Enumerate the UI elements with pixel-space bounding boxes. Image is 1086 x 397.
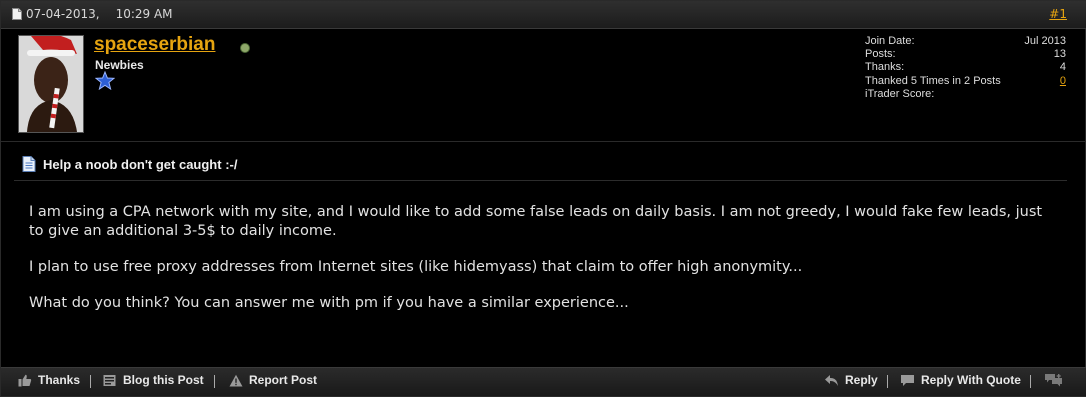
thanks-label: Thanks	[38, 373, 81, 387]
title-divider	[14, 180, 1067, 181]
blog-post-button[interactable]: Blog this Post	[103, 373, 204, 387]
forum-post: 07-04-2013, 10:29 AM #1 spaceserbian New…	[0, 0, 1086, 397]
user-stats: Join Date: Jul 2013 Posts: 13 Thanks: 4 …	[865, 35, 1066, 101]
avatar[interactable]	[18, 35, 84, 133]
post-footer: Thanks Blog this Post Report Post Reply …	[1, 367, 1086, 396]
stat-join-date: Join Date: Jul 2013	[865, 35, 1066, 48]
stat-label: Posts:	[865, 48, 896, 61]
post-header: 07-04-2013, 10:29 AM #1	[1, 1, 1086, 29]
reply-with-quote-label: Reply With Quote	[921, 373, 1021, 387]
post-title: Help a noob don't get caught :-/	[22, 156, 237, 172]
post-paragraph: What do you think? You can answer me wit…	[29, 295, 629, 311]
reply-with-quote-button[interactable]: Reply With Quote	[900, 373, 1021, 387]
stat-value: 13	[1053, 48, 1066, 61]
stat-label: Join Date:	[865, 35, 915, 47]
multi-quote-button[interactable]	[1044, 373, 1064, 387]
post-paragraph: I am using a CPA network with my site, a…	[29, 204, 1043, 239]
warning-icon	[229, 374, 243, 386]
reply-button[interactable]: Reply	[824, 373, 878, 387]
report-post-button[interactable]: Report Post	[229, 373, 317, 387]
blog-icon	[103, 374, 116, 386]
stat-value: 4	[1059, 61, 1066, 74]
document-icon	[12, 8, 22, 20]
footer-divider	[887, 375, 888, 388]
post-date: 07-04-2013, 10:29 AM	[12, 7, 173, 21]
post-date-text: 07-04-2013,	[26, 7, 100, 21]
report-post-label: Report Post	[249, 373, 318, 387]
stat-thanked: Thanked 5 Times in 2 Posts 0	[865, 75, 1066, 88]
blog-post-label: Blog this Post	[123, 373, 204, 387]
reply-icon	[825, 374, 838, 386]
thanks-button[interactable]: Thanks	[18, 373, 80, 387]
post-time-text: 10:29 AM	[115, 7, 173, 21]
user-title: Newbies	[95, 58, 144, 72]
user-info: spaceserbian Newbies Join Date: Jul 2013…	[1, 29, 1086, 142]
footer-divider	[1030, 375, 1031, 388]
footer-divider	[90, 375, 91, 388]
online-status-icon	[240, 43, 250, 53]
avatar-image	[19, 36, 83, 132]
post-icon	[22, 156, 36, 172]
thanks-icon	[18, 374, 32, 386]
footer-divider	[214, 375, 215, 388]
multi-quote-icon	[1045, 374, 1062, 387]
rank-star-icon	[95, 71, 115, 90]
stat-label: iTrader Score:	[865, 87, 935, 100]
username-link[interactable]: spaceserbian	[94, 34, 215, 56]
post-title-text: Help a noob don't get caught :-/	[43, 156, 238, 172]
post-body: I am using a CPA network with my site, a…	[29, 203, 1059, 330]
stat-label: Thanked 5 Times in 2 Posts	[865, 74, 1001, 87]
stat-value: Jul 2013	[1024, 35, 1066, 47]
quote-bubble-icon	[901, 374, 914, 386]
thanked-count-link[interactable]: 0	[1060, 75, 1066, 88]
stat-thanks: Thanks: 4	[865, 61, 1066, 74]
reply-label: Reply	[845, 373, 878, 387]
post-paragraph: I plan to use free proxy addresses from …	[29, 259, 803, 275]
post-number-link[interactable]: #1	[1049, 7, 1067, 21]
stat-itrader: iTrader Score:	[865, 88, 1066, 101]
stat-posts: Posts: 13	[865, 48, 1066, 61]
stat-label: Thanks:	[865, 61, 905, 74]
